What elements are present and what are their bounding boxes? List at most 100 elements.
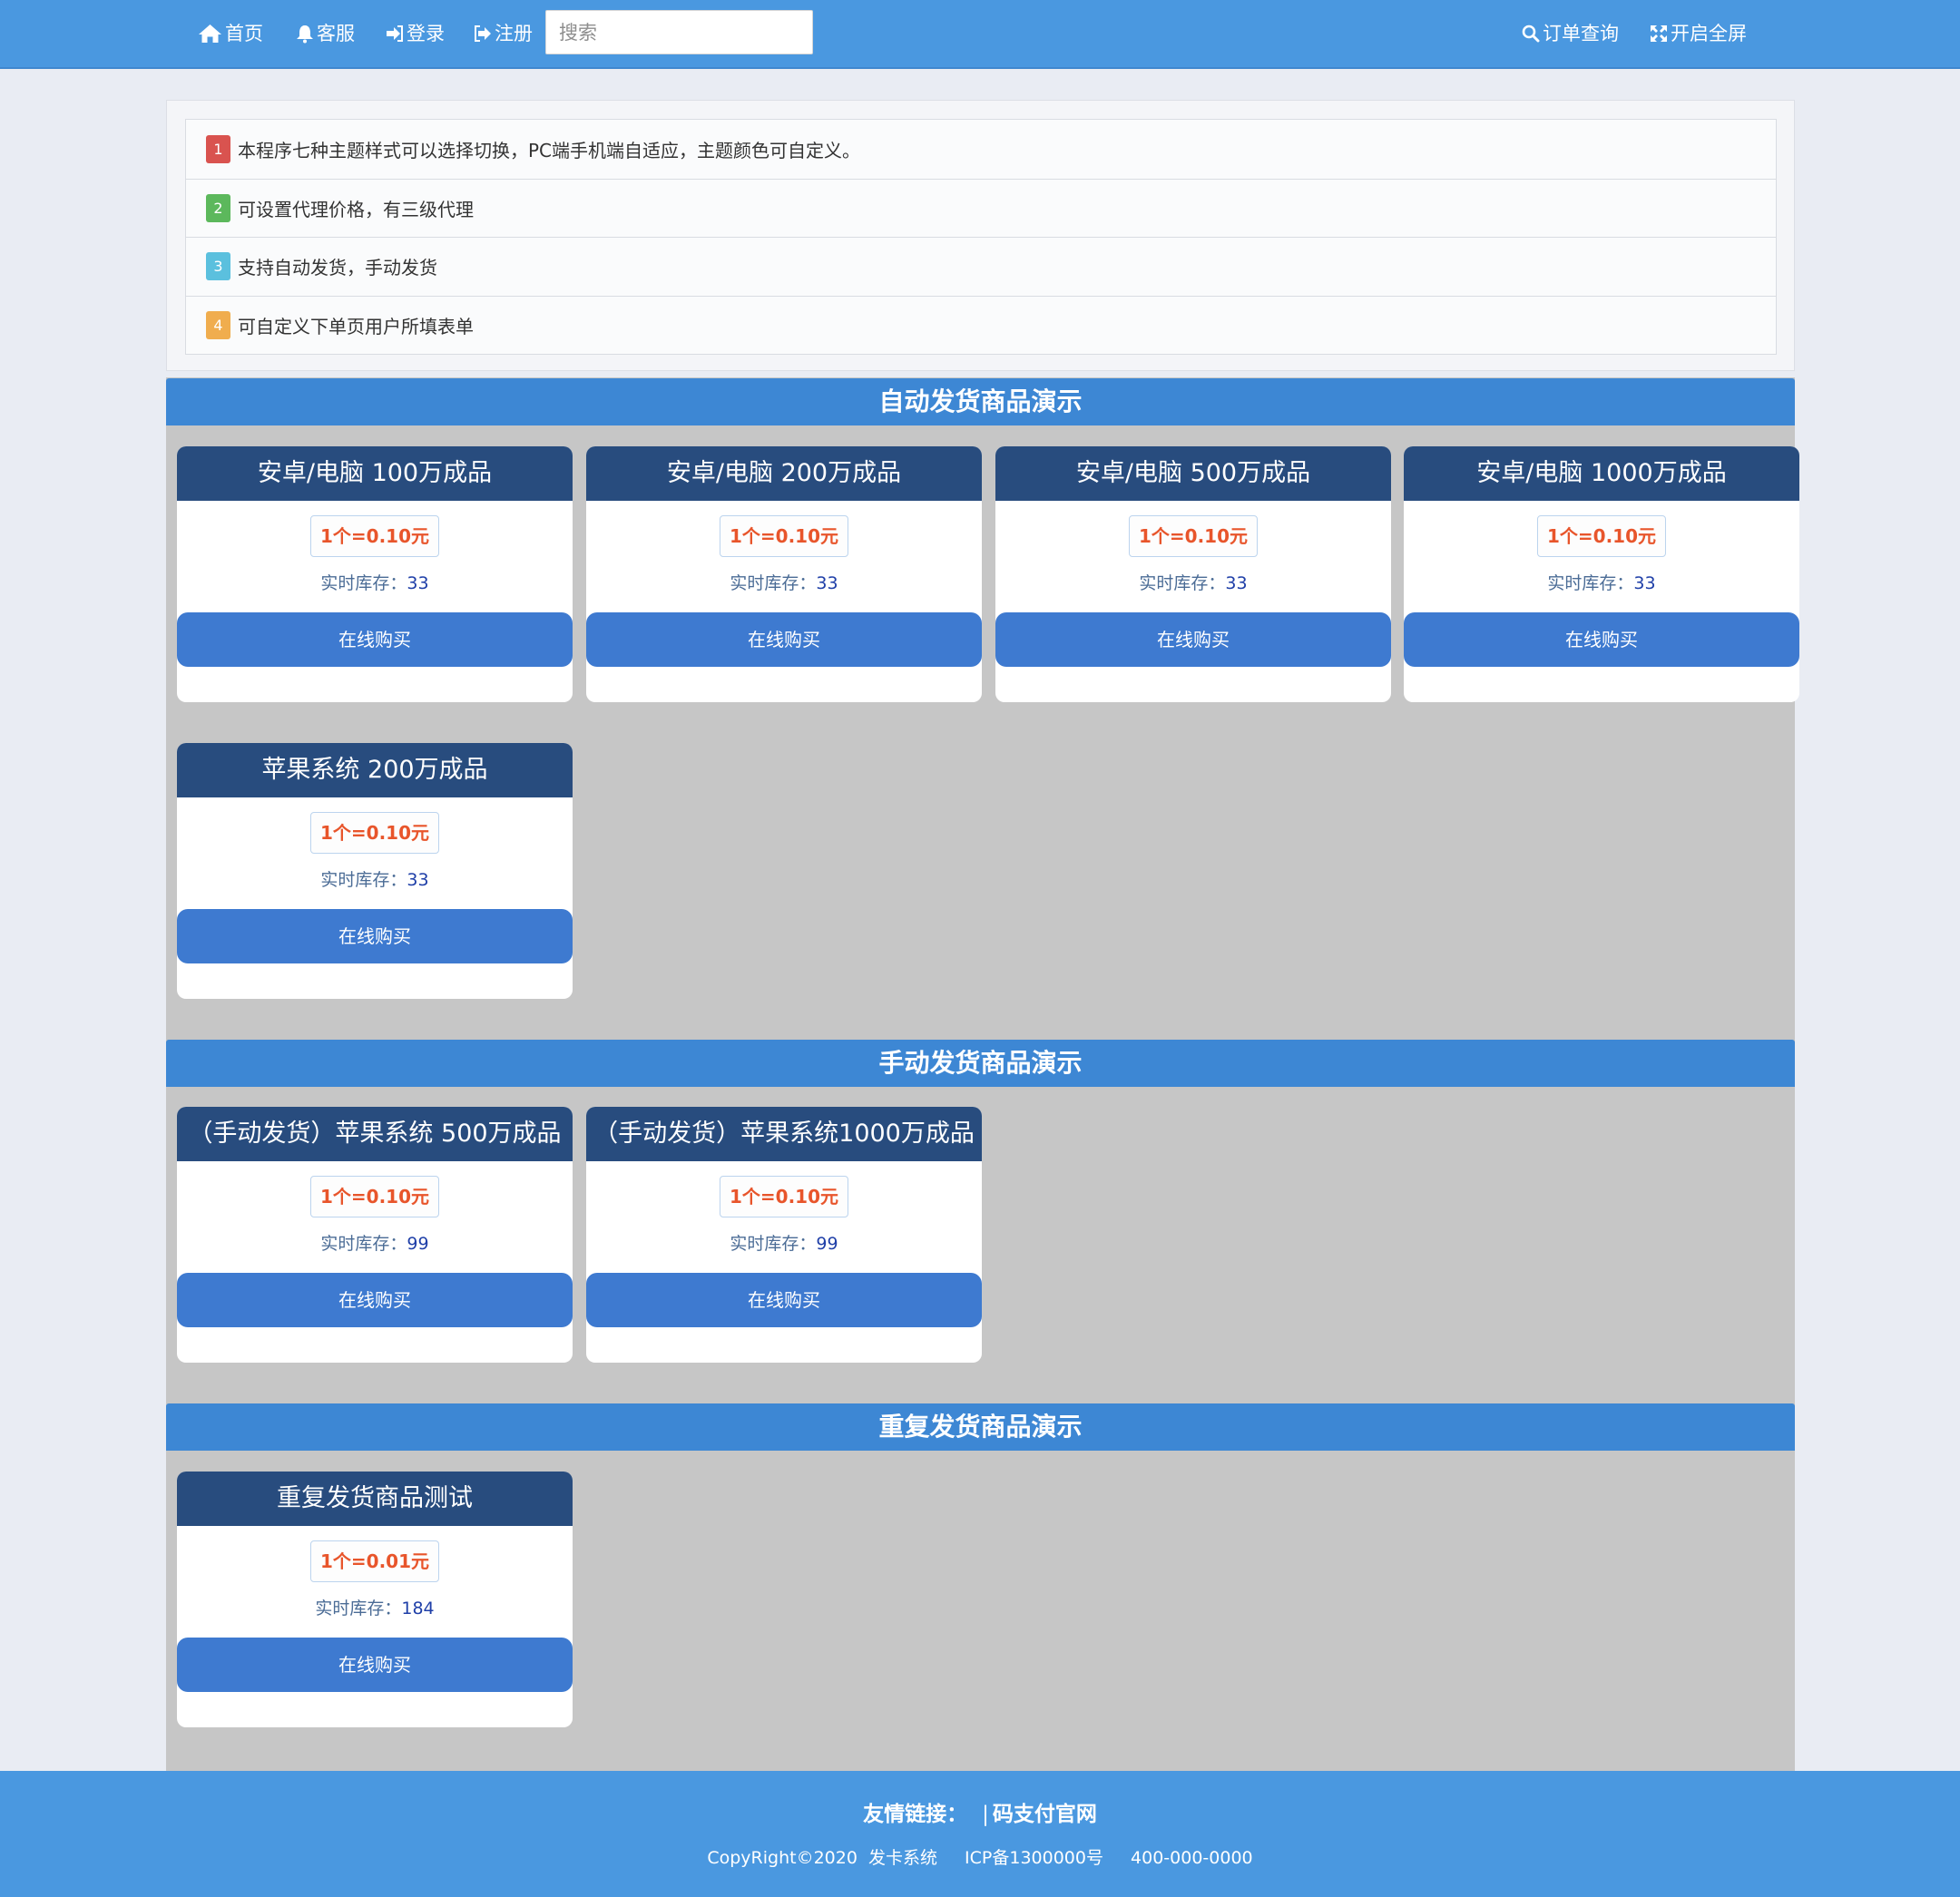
- buy-button[interactable]: 在线购买: [586, 612, 982, 667]
- product-stock: 实时库存：33: [177, 570, 573, 594]
- stock-label: 实时库存：: [730, 573, 817, 593]
- product-stock: 实时库存：33: [586, 570, 982, 594]
- footer-links-label: 友情链接：: [863, 1803, 968, 1826]
- product-price: 1个=0.10元: [1536, 515, 1667, 557]
- notice-number-badge: 2: [206, 193, 230, 222]
- stock-label: 实时库存：: [320, 870, 407, 890]
- buy-button[interactable]: 在线购买: [177, 1273, 573, 1327]
- notice-panel: 1 本程序七种主题样式可以选择切换，PC端手机端自适应，主题颜色可自定义。 2 …: [166, 100, 1795, 371]
- stock-label: 实时库存：: [315, 1599, 402, 1618]
- top-navbar: 首页 客服 登录 注册 订单查询: [0, 0, 1960, 69]
- notice-text: 可设置代理价格，有三级代理: [238, 198, 474, 220]
- product-price: 1个=0.10元: [719, 1176, 849, 1217]
- section-title-manual: 手动发货商品演示: [166, 1040, 1795, 1087]
- nav-service[interactable]: 客服: [296, 0, 355, 67]
- nav-home-label: 首页: [225, 23, 263, 44]
- phone-text: 400-000-0000: [1131, 1848, 1253, 1868]
- nav-register[interactable]: 注册: [474, 0, 533, 67]
- product-name: 安卓/电脑 500万成品: [995, 446, 1391, 501]
- buy-button[interactable]: 在线购买: [586, 1273, 982, 1327]
- buy-button[interactable]: 在线购买: [1404, 612, 1799, 667]
- footer-separator: |: [982, 1803, 989, 1826]
- notice-list: 1 本程序七种主题样式可以选择切换，PC端手机端自适应，主题颜色可自定义。 2 …: [185, 119, 1777, 355]
- notice-number-badge: 4: [206, 310, 230, 339]
- stock-value: 99: [816, 1234, 838, 1254]
- search-icon: [1522, 24, 1540, 43]
- product-price: 1个=0.10元: [1128, 515, 1259, 557]
- buy-button[interactable]: 在线购买: [177, 1638, 573, 1692]
- product-card: （手动发货）苹果系统1000万成品 1个=0.10元 实时库存：99 在线购买: [586, 1107, 982, 1363]
- product-price: 1个=0.10元: [309, 1176, 440, 1217]
- product-card: 安卓/电脑 1000万成品 1个=0.10元 实时库存：33 在线购买: [1404, 446, 1799, 702]
- notice-number-badge: 3: [206, 252, 230, 281]
- product-stock: 实时库存：99: [586, 1230, 982, 1255]
- stock-value: 33: [1633, 573, 1656, 593]
- notice-item: 4 可自定义下单页用户所填表单: [186, 295, 1776, 355]
- buy-button[interactable]: 在线购买: [177, 612, 573, 667]
- stock-label: 实时库存：: [1547, 573, 1634, 593]
- product-name: 重复发货商品测试: [177, 1472, 573, 1526]
- product-card: 安卓/电脑 500万成品 1个=0.10元 实时库存：33 在线购买: [995, 446, 1391, 702]
- nav-register-label: 注册: [495, 23, 533, 44]
- sign-in-icon: [387, 25, 403, 42]
- icp-text: ICP备1300000号: [965, 1848, 1103, 1868]
- product-stock: 实时库存：33: [995, 570, 1391, 594]
- stock-value: 184: [401, 1599, 435, 1618]
- stock-value: 99: [407, 1234, 429, 1254]
- product-card: （手动发货）苹果系统 500万成品 1个=0.10元 实时库存：99 在线购买: [177, 1107, 573, 1363]
- product-name: （手动发货）苹果系统 500万成品: [177, 1107, 573, 1161]
- product-stock: 实时库存：99: [177, 1230, 573, 1255]
- stock-label: 实时库存：: [1139, 573, 1226, 593]
- section-title-repeat: 重复发货商品演示: [166, 1403, 1795, 1451]
- notice-item: 2 可设置代理价格，有三级代理: [186, 178, 1776, 238]
- stock-label: 实时库存：: [320, 573, 407, 593]
- footer-link-mazhifu[interactable]: 码支付官网: [993, 1803, 1097, 1826]
- footer: 友情链接： | 码支付官网 CopyRight©2020 发卡系统 ICP备1300…: [0, 1771, 1960, 1897]
- nav-login-label: 登录: [407, 23, 445, 44]
- nav-service-label: 客服: [317, 23, 355, 44]
- product-price: 1个=0.10元: [309, 515, 440, 557]
- stock-value: 33: [816, 573, 838, 593]
- product-card: 安卓/电脑 200万成品 1个=0.10元 实时库存：33 在线购买: [586, 446, 982, 702]
- home-icon: [199, 24, 221, 43]
- product-price: 1个=0.01元: [309, 1540, 440, 1582]
- copyright-text: CopyRight©2020 发卡系统: [707, 1848, 937, 1868]
- product-price: 1个=0.10元: [309, 812, 440, 854]
- nav-fullscreen[interactable]: 开启全屏: [1650, 0, 1747, 67]
- section-title-auto: 自动发货商品演示: [166, 378, 1795, 425]
- stock-label: 实时库存：: [730, 1234, 817, 1254]
- nav-fullscreen-label: 开启全屏: [1671, 23, 1747, 44]
- notice-item: 3 支持自动发货，手动发货: [186, 237, 1776, 296]
- stock-label: 实时库存：: [320, 1234, 407, 1254]
- product-price: 1个=0.10元: [719, 515, 849, 557]
- search-input[interactable]: [545, 10, 813, 54]
- product-stock: 实时库存：33: [177, 866, 573, 891]
- product-name: 安卓/电脑 1000万成品: [1404, 446, 1799, 501]
- product-name: （手动发货）苹果系统1000万成品: [586, 1107, 982, 1161]
- notice-text: 可自定义下单页用户所填表单: [238, 315, 474, 337]
- nav-home[interactable]: 首页: [198, 0, 263, 67]
- nav-order-query[interactable]: 订单查询: [1522, 0, 1619, 67]
- nav-login[interactable]: 登录: [386, 0, 445, 67]
- notice-item: 1 本程序七种主题样式可以选择切换，PC端手机端自适应，主题颜色可自定义。: [186, 120, 1776, 179]
- stock-value: 33: [407, 870, 429, 890]
- expand-icon: [1651, 25, 1667, 42]
- sign-out-icon: [475, 25, 491, 42]
- notice-number-badge: 1: [206, 134, 230, 163]
- product-name: 安卓/电脑 100万成品: [177, 446, 573, 501]
- buy-button[interactable]: 在线购买: [995, 612, 1391, 667]
- footer-links: 友情链接： | 码支付官网: [0, 1796, 1960, 1827]
- buy-button[interactable]: 在线购买: [177, 909, 573, 963]
- stock-value: 33: [1225, 573, 1248, 593]
- stock-value: 33: [407, 573, 429, 593]
- footer-copyright: CopyRight©2020 发卡系统 ICP备1300000号 400-000…: [0, 1844, 1960, 1869]
- product-name: 苹果系统 200万成品: [177, 743, 573, 797]
- nav-order-query-label: 订单查询: [1543, 23, 1619, 44]
- product-name: 安卓/电脑 200万成品: [586, 446, 982, 501]
- product-card: 苹果系统 200万成品 1个=0.10元 实时库存：33 在线购买: [177, 743, 573, 999]
- product-card: 重复发货商品测试 1个=0.01元 实时库存：184 在线购买: [177, 1472, 573, 1727]
- notice-text: 本程序七种主题样式可以选择切换，PC端手机端自适应，主题颜色可自定义。: [238, 139, 861, 161]
- product-stock: 实时库存：33: [1404, 570, 1799, 594]
- notice-text: 支持自动发货，手动发货: [238, 257, 437, 279]
- product-card: 安卓/电脑 100万成品 1个=0.10元 实时库存：33 在线购买: [177, 446, 573, 702]
